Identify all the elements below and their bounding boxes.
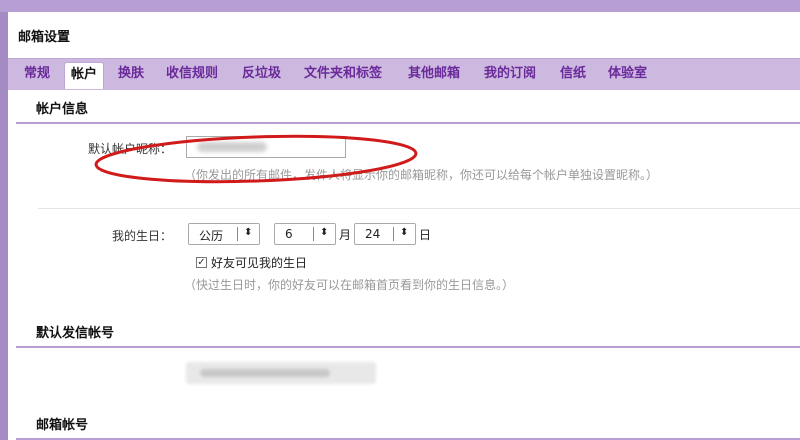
birthday-hint: （快过生日时，你的好友可以在邮箱首页看到你的生日信息。） bbox=[184, 278, 515, 292]
tab-receive-rules[interactable]: 收信规则 bbox=[160, 62, 224, 89]
nickname-input[interactable] bbox=[186, 136, 346, 158]
calendar-select[interactable]: 公历 ⬍ bbox=[188, 223, 260, 245]
updown-arrow-icon: ⬍ bbox=[400, 227, 409, 238]
section-heading: 邮箱帐号 bbox=[36, 418, 89, 433]
top-strip bbox=[0, 0, 800, 12]
select-divider bbox=[237, 227, 238, 241]
page-title: 邮箱设置 bbox=[18, 30, 71, 45]
section-heading: 默认发信帐号 bbox=[36, 326, 115, 341]
settings-panel: 邮箱设置 常规 帐户 换肤 收信规则 反垃圾 文件夹和标签 其他邮箱 我的订阅 … bbox=[8, 12, 800, 440]
tab-skin[interactable]: 换肤 bbox=[112, 62, 150, 89]
day-unit: 日 bbox=[419, 228, 432, 242]
month-value: 6 bbox=[285, 227, 293, 241]
tab-account[interactable]: 帐户 bbox=[64, 62, 105, 89]
nickname-label: 默认帐户昵称： bbox=[88, 142, 173, 156]
friends-visible-label: 好友可见我的生日 bbox=[211, 256, 308, 270]
tab-anti-spam[interactable]: 反垃圾 bbox=[236, 62, 287, 89]
select-divider bbox=[313, 227, 314, 241]
birthday-label: 我的生日： bbox=[112, 229, 173, 243]
day-value: 24 bbox=[365, 227, 381, 241]
default-sender-select[interactable] bbox=[186, 362, 376, 384]
month-unit: 月 bbox=[339, 228, 352, 242]
section-account-info: 帐户信息 bbox=[8, 98, 800, 124]
tab-general[interactable]: 常规 bbox=[18, 62, 56, 89]
tab-lab[interactable]: 体验室 bbox=[602, 62, 653, 89]
updown-arrow-icon: ⬍ bbox=[244, 227, 253, 238]
day-select[interactable]: 24 ⬍ bbox=[354, 223, 416, 245]
friends-visible-checkbox[interactable]: ✓ bbox=[196, 257, 207, 268]
tab-bar: 常规 帐户 换肤 收信规则 反垃圾 文件夹和标签 其他邮箱 我的订阅 信纸 体验… bbox=[8, 58, 800, 90]
section-mailbox-accounts: 邮箱帐号 bbox=[8, 414, 800, 440]
tab-subscriptions[interactable]: 我的订阅 bbox=[478, 62, 542, 89]
calendar-value: 公历 bbox=[199, 229, 224, 243]
tab-stationery[interactable]: 信纸 bbox=[554, 62, 592, 89]
row-separator bbox=[38, 208, 800, 209]
nickname-hint: （你发出的所有邮件，发件人将显示你的邮箱昵称，你还可以给每个帐户单独设置昵称。） bbox=[184, 168, 659, 182]
section-divider bbox=[16, 122, 800, 124]
section-heading: 帐户信息 bbox=[36, 102, 89, 117]
section-divider bbox=[16, 346, 800, 348]
section-default-sender: 默认发信帐号 bbox=[8, 322, 800, 348]
tab-folders-labels[interactable]: 文件夹和标签 bbox=[298, 62, 388, 89]
select-divider bbox=[393, 227, 394, 241]
month-select[interactable]: 6 ⬍ bbox=[274, 223, 336, 245]
updown-arrow-icon: ⬍ bbox=[320, 227, 329, 238]
redacted-value bbox=[197, 142, 267, 152]
tab-other-mailboxes[interactable]: 其他邮箱 bbox=[402, 62, 466, 89]
redacted-value bbox=[200, 369, 330, 377]
